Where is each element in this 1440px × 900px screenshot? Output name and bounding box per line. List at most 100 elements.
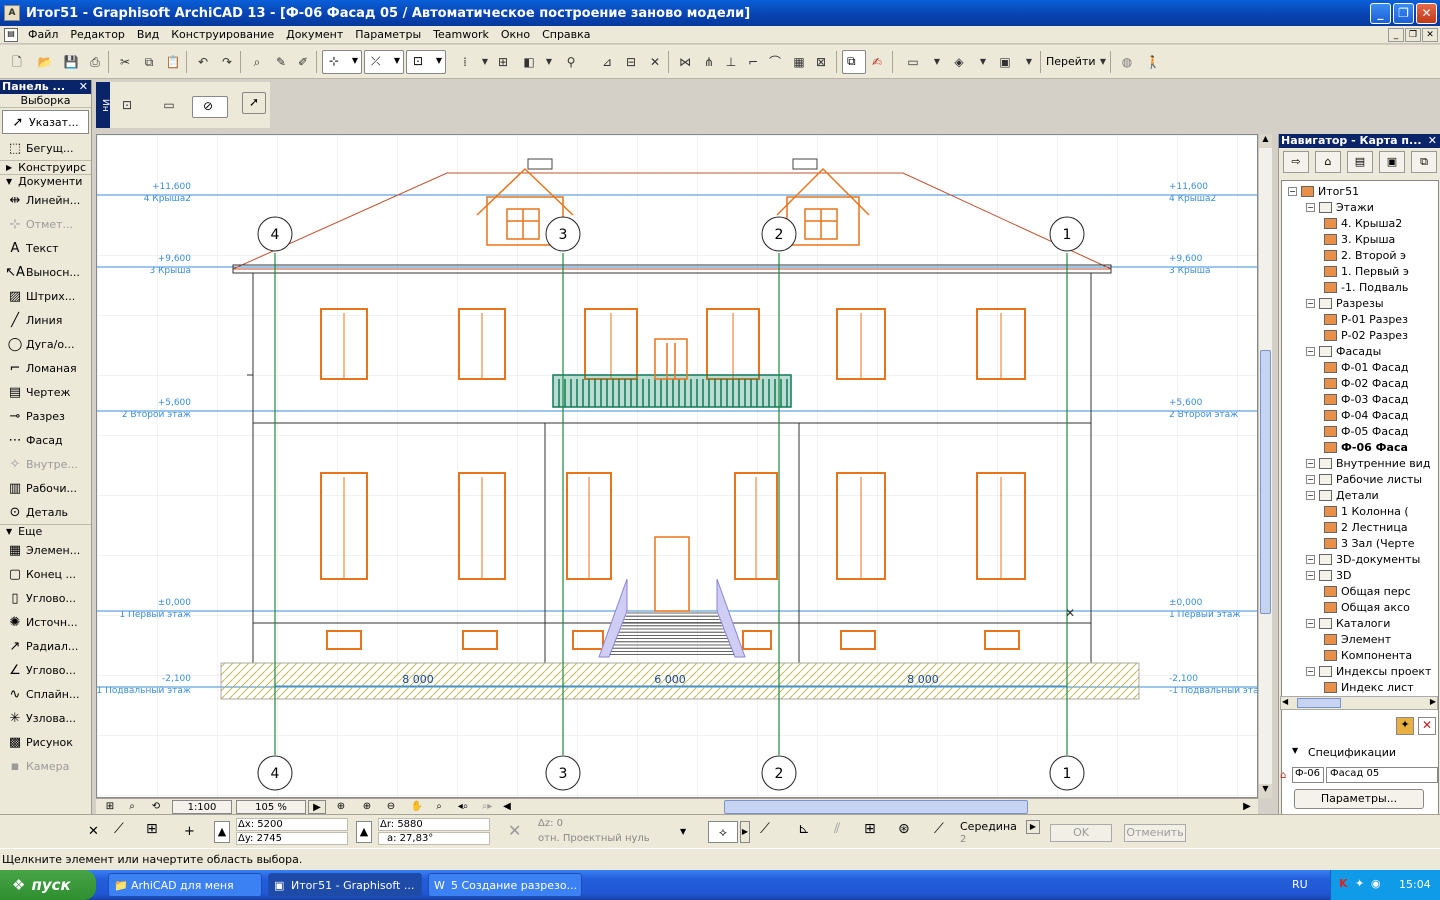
- play-icon[interactable]: ▶: [308, 800, 326, 814]
- find-select-icon[interactable]: ⌕: [248, 53, 266, 71]
- zoom-in-icon[interactable]: ⊕: [358, 800, 376, 814]
- tool-element[interactable]: ▦ Элемен...: [0, 538, 91, 562]
- next-zoom-icon[interactable]: ⌕▸: [476, 800, 498, 814]
- parallel-icon[interactable]: ⫽: [834, 821, 840, 837]
- intersect-icon[interactable]: ⌐: [744, 53, 762, 71]
- tree-item[interactable]: Общая перс: [1324, 583, 1411, 599]
- grid-snap-dropdown[interactable]: ⊹ ▼: [322, 50, 362, 74]
- split-icon[interactable]: ⋔: [700, 53, 718, 71]
- tool-drawing[interactable]: ▤ Чертеж: [0, 380, 91, 404]
- guide-dropdown[interactable]: ⤫ ▼: [364, 50, 404, 74]
- params-button[interactable]: Параметры...: [1294, 789, 1424, 809]
- walk-icon[interactable]: 🚶: [1144, 53, 1162, 71]
- tree-item[interactable]: − Разрезы: [1306, 295, 1384, 311]
- layer-dropdown[interactable]: ⊡ ▼: [406, 50, 446, 74]
- elevation-canvas[interactable]: +11,600 4 Крыша2 +11,600 4 Крыша2 +9,600 3 Кр…: [96, 134, 1258, 798]
- scroll-right-icon[interactable]: ▶: [1240, 800, 1254, 814]
- tree-item[interactable]: 1 Колонна (: [1324, 503, 1409, 519]
- tool-angle[interactable]: ▯ Углово...: [0, 586, 91, 610]
- tool-section[interactable]: ⊸ Разрез: [0, 404, 91, 428]
- tree-item[interactable]: Р-02 Разрез: [1324, 327, 1408, 343]
- tree-item[interactable]: 2 Лестница: [1324, 519, 1408, 535]
- dz-field[interactable]: Δz: 0: [538, 818, 563, 829]
- align-icon[interactable]: ⊞: [494, 53, 512, 71]
- selection-label[interactable]: Выборка: [0, 94, 91, 108]
- layout-book-icon[interactable]: ▤: [1347, 151, 1373, 173]
- tool-label[interactable]: ↖A Выносн...: [0, 260, 91, 284]
- chevron-down-icon[interactable]: ▼: [1020, 53, 1038, 71]
- goto-label[interactable]: Перейти: [1046, 55, 1096, 68]
- eyedropper-icon[interactable]: ✎: [272, 53, 290, 71]
- chevron-down-icon[interactable]: ▼: [540, 53, 558, 71]
- grid-icon[interactable]: ⁞: [456, 53, 474, 71]
- tool-linear-dimension[interactable]: ⇹ Линейн...: [0, 188, 91, 212]
- print-icon[interactable]: ⎙: [86, 53, 104, 71]
- tool-line[interactable]: ╱ Линия: [0, 308, 91, 332]
- resize-icon[interactable]: ⊠: [812, 53, 830, 71]
- fillet-icon[interactable]: ⌒: [766, 53, 784, 71]
- close-button[interactable]: ✕: [1416, 3, 1437, 24]
- reference-level[interactable]: отн. Проектный нуль: [538, 833, 650, 844]
- menu-help[interactable]: Справка: [536, 28, 596, 41]
- menu-design[interactable]: Конструирование: [165, 28, 280, 41]
- play-icon[interactable]: ▶: [740, 821, 750, 843]
- close-icon[interactable]: ✕: [1428, 134, 1437, 148]
- tool-worksheet[interactable]: ▥ Рабочи...: [0, 476, 91, 500]
- tool-level-dimension[interactable]: ⊹ Отмет...: [0, 212, 91, 236]
- tool-fill[interactable]: ▨ Штрих...: [0, 284, 91, 308]
- tree-item[interactable]: Ф-03 Фасад: [1324, 391, 1409, 407]
- tree-item[interactable]: − Рабочие листы: [1306, 471, 1422, 487]
- explode-icon[interactable]: ▦: [790, 53, 808, 71]
- tree-item[interactable]: − Итог51: [1288, 183, 1359, 199]
- new-file-icon[interactable]: 🗋: [8, 53, 26, 71]
- group-document[interactable]: ▼ Документи: [0, 174, 91, 188]
- undo-icon[interactable]: ↶: [194, 53, 212, 71]
- doc-minimize-button[interactable]: _: [1388, 28, 1404, 42]
- snap-mode[interactable]: Середина: [960, 820, 1017, 833]
- tree-item[interactable]: 4. Крыша2: [1324, 215, 1402, 231]
- globe-icon[interactable]: ◍: [1118, 53, 1136, 71]
- spec-name-field[interactable]: Фасад 05: [1326, 767, 1438, 783]
- tree-item[interactable]: Ф-02 Фасад: [1324, 375, 1409, 391]
- grid-snap-icon[interactable]: ⊞: [146, 821, 158, 837]
- spec-id-field[interactable]: Ф-06: [1292, 767, 1324, 783]
- tree-item[interactable]: Элемент: [1324, 631, 1391, 647]
- tool-spline[interactable]: ∿ Сплайн...: [0, 682, 91, 706]
- stair-icon[interactable]: ⊿: [598, 53, 616, 71]
- arrow-pointer-icon[interactable]: ➚: [242, 92, 266, 114]
- tool-light-source[interactable]: ✺ Источн...: [0, 610, 91, 634]
- tool-figure[interactable]: ▩ Рисунок: [0, 730, 91, 754]
- line-snap-icon[interactable]: ⟋: [760, 821, 770, 837]
- dx-field[interactable]: Δx: 5200: [236, 818, 348, 831]
- tree-item[interactable]: 3. Крыша: [1324, 231, 1395, 247]
- publisher-icon[interactable]: ▣: [1379, 151, 1405, 173]
- save-icon[interactable]: 💾: [62, 53, 80, 71]
- zoom-in-icon[interactable]: ⊕: [332, 800, 350, 814]
- intersection-icon[interactable]: ⊞: [864, 821, 876, 837]
- tree-item[interactable]: −3D: [1306, 567, 1351, 583]
- window-layout-icon[interactable]: ▭: [904, 53, 922, 71]
- tree-item[interactable]: Ф-01 Фасад: [1324, 359, 1409, 375]
- tree-item[interactable]: 1. Первый э: [1324, 263, 1409, 279]
- polar-icon[interactable]: ▲: [356, 821, 372, 843]
- menu-options[interactable]: Параметры: [349, 28, 427, 41]
- start-button[interactable]: ❖ пуск: [0, 870, 96, 900]
- pan-icon[interactable]: ✋: [408, 800, 426, 814]
- tree-item[interactable]: Ф-04 Фасад: [1324, 407, 1409, 423]
- copy-icon[interactable]: ⧉: [140, 53, 158, 71]
- tool-end[interactable]: ▢ Конец ...: [0, 562, 91, 586]
- chevron-down-icon[interactable]: ▼: [974, 53, 992, 71]
- document-icon[interactable]: ▤: [4, 27, 18, 42]
- zoom-out-icon[interactable]: ⊖: [382, 800, 400, 814]
- chevron-down-icon[interactable]: ▼: [928, 53, 946, 71]
- new-view-icon[interactable]: ✦: [1396, 717, 1414, 735]
- tree-item[interactable]: Ф-06 Фаса: [1324, 439, 1408, 455]
- scroll-left-icon[interactable]: ◀: [500, 800, 514, 814]
- tool-angle-dimension[interactable]: ∠ Углово...: [0, 658, 91, 682]
- tool-marquee[interactable]: ⬚ Бегущ...: [0, 136, 91, 160]
- tree-item[interactable]: Р-01 Разрез: [1324, 311, 1408, 327]
- tree-item[interactable]: − Индексы проект: [1306, 663, 1431, 679]
- perpendicular-icon[interactable]: ⊾: [798, 821, 810, 837]
- cancel-button[interactable]: Отменить: [1124, 824, 1186, 842]
- horizontal-scroll-thumb[interactable]: [724, 800, 1028, 814]
